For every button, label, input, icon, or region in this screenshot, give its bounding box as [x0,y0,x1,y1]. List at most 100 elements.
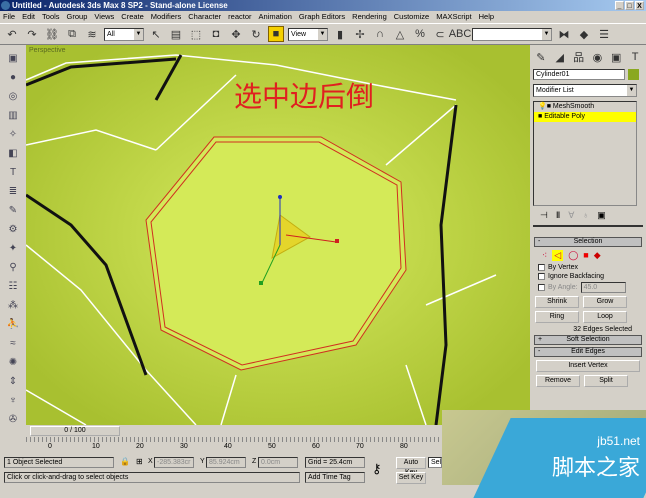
cylinder-icon[interactable]: ▥ [5,108,21,124]
percent-snap-icon[interactable]: % [412,26,428,42]
time-slider[interactable]: 0 / 100 [26,425,442,437]
utilities-tab-icon[interactable]: T [627,49,643,65]
menu-edit[interactable]: Edit [22,11,35,23]
unlink-icon[interactable]: ⧉ [64,26,80,42]
create-tab-icon[interactable]: ✎ [533,49,549,65]
by-vertex-checkbox[interactable]: By Vertex [538,264,638,271]
menu-tools[interactable]: Tools [42,11,60,23]
split-button[interactable]: Split [584,375,628,387]
ring-button[interactable]: Ring [535,311,579,323]
lock-icon[interactable]: 🔒 [120,457,130,466]
loop-button[interactable]: Loop [583,311,627,323]
bind-space-warp-icon[interactable]: ≋ [84,26,100,42]
perspective-viewport[interactable]: Perspective 选中边后倒 [26,45,530,425]
menu-group[interactable]: Group [67,11,88,23]
absolute-mode-icon[interactable]: ⊞ [136,457,143,466]
geo-icon[interactable]: ◧ [5,146,21,162]
configure-sets-icon[interactable]: ▣ [597,210,606,221]
slider-icon[interactable]: ⇕ [5,374,21,390]
selection-rollout-header[interactable]: - Selection [534,237,642,247]
rect-region-icon[interactable]: ⬚ [188,26,204,42]
menu-customize[interactable]: Customize [394,11,429,23]
motion-tab-icon[interactable]: ◉ [589,49,605,65]
menu-animation[interactable]: Animation [259,11,292,23]
vertex-level-icon[interactable]: ⁖ [542,250,547,261]
text-icon[interactable]: T [5,165,21,181]
menu-modifiers[interactable]: Modifiers [151,11,181,23]
reactor-icon[interactable]: ✺ [5,355,21,371]
hierarchy-tab-icon[interactable]: 品 [571,49,587,65]
pin-stack-icon[interactable]: ⊣ [540,210,548,221]
manipulate-icon[interactable]: ✢ [352,26,368,42]
close-button[interactable]: X [635,1,644,10]
menu-graph-editors[interactable]: Graph Editors [299,11,345,23]
layer-manager-icon[interactable]: ☰ [596,26,612,42]
angle-snap-icon[interactable]: △ [392,26,408,42]
edit-edges-rollout-header[interactable]: - Edit Edges [534,347,642,357]
menu-maxscript[interactable]: MAXScript [436,11,471,23]
key-filter-dropdown[interactable]: Sele [428,457,442,468]
by-angle-checkbox[interactable]: By Angle: 45.0 [538,282,638,293]
reference-coord-dropdown[interactable]: View [288,27,328,41]
window-crossing-icon[interactable]: ◘ [208,26,224,42]
align-icon[interactable]: ◆ [576,26,592,42]
particles-icon[interactable]: ⁂ [5,298,21,314]
soft-selection-rollout-header[interactable]: + Soft Selection [534,335,642,345]
named-selection-dropdown[interactable] [472,27,552,41]
brush-icon[interactable]: ✎ [5,203,21,219]
element-level-icon[interactable]: ◆ [594,250,601,261]
border-level-icon[interactable]: ◯ [568,250,578,261]
figure-icon[interactable]: ♆ [5,393,21,409]
select-icon[interactable]: ↖ [148,26,164,42]
gear-icon[interactable]: ⚙ [5,222,21,238]
wave-icon[interactable]: ≈ [5,336,21,352]
torus-icon[interactable]: ◎ [5,89,21,105]
character-icon[interactable]: ⛹ [5,317,21,333]
angle-spinner[interactable]: 45.0 [580,282,626,293]
rotate-icon[interactable]: ↻ [248,26,264,42]
light-icon[interactable]: ✧ [5,127,21,143]
mirror-icon[interactable]: ⧓ [556,26,572,42]
list-icon[interactable]: ☷ [5,279,21,295]
stack-item-meshsmooth[interactable]: 💡■ MeshSmooth [534,102,636,112]
edge-level-icon[interactable]: ◁ [552,250,564,261]
create-box-icon[interactable]: ▣ [5,51,21,67]
stack-item-editable-poly[interactable]: ■ Editable Poly [534,112,636,122]
helper-icon[interactable]: ✦ [5,241,21,257]
lightbulb-icon[interactable]: 💡■ [538,103,553,110]
bones-icon[interactable]: ⚲ [5,260,21,276]
select-by-name-icon[interactable]: ▤ [168,26,184,42]
y-coordinate[interactable]: 85.924cm [206,457,246,468]
edit-named-sel-icon[interactable]: ABC [449,26,472,42]
menu-help[interactable]: Help [479,11,494,23]
insert-vertex-button[interactable]: Insert Vertex [536,360,640,372]
ignore-backfacing-checkbox[interactable]: Ignore Backfacing [538,273,638,280]
show-end-result-icon[interactable]: Ⅱ [556,210,560,221]
set-key-button[interactable]: Set Key [396,472,426,484]
maximize-button[interactable]: □ [625,1,634,10]
move-icon[interactable]: ✥ [228,26,244,42]
track-bar[interactable]: 0 10 20 30 40 50 60 70 80 [26,437,442,455]
make-unique-icon[interactable]: ∀ [568,210,574,221]
auto-key-button[interactable]: Auto Key [396,457,426,476]
spinner-snap-icon[interactable]: ⊂ [432,26,448,42]
menu-reactor[interactable]: reactor [228,11,251,23]
object-name-field[interactable]: Cylinder01 [533,69,625,80]
shrink-button[interactable]: Shrink [535,296,579,308]
menu-create[interactable]: Create [121,11,144,23]
menu-character[interactable]: Character [188,11,221,23]
scale-icon[interactable]: ■ [268,26,284,42]
reel-icon[interactable]: ✇ [5,412,21,428]
menu-file[interactable]: File [3,11,15,23]
z-coordinate[interactable]: 0.0cm [258,457,298,468]
grow-button[interactable]: Grow [583,296,627,308]
viewport-label[interactable]: Perspective [29,47,66,54]
sphere-icon[interactable]: ● [5,70,21,86]
menu-rendering[interactable]: Rendering [352,11,387,23]
stack-icon[interactable]: ≣ [5,184,21,200]
remove-button[interactable]: Remove [536,375,580,387]
key-icon[interactable]: ⚷ [372,461,382,477]
modify-tab-icon[interactable]: ◢ [552,49,568,65]
selection-filter-dropdown[interactable]: All [104,27,144,41]
menu-views[interactable]: Views [94,11,114,23]
